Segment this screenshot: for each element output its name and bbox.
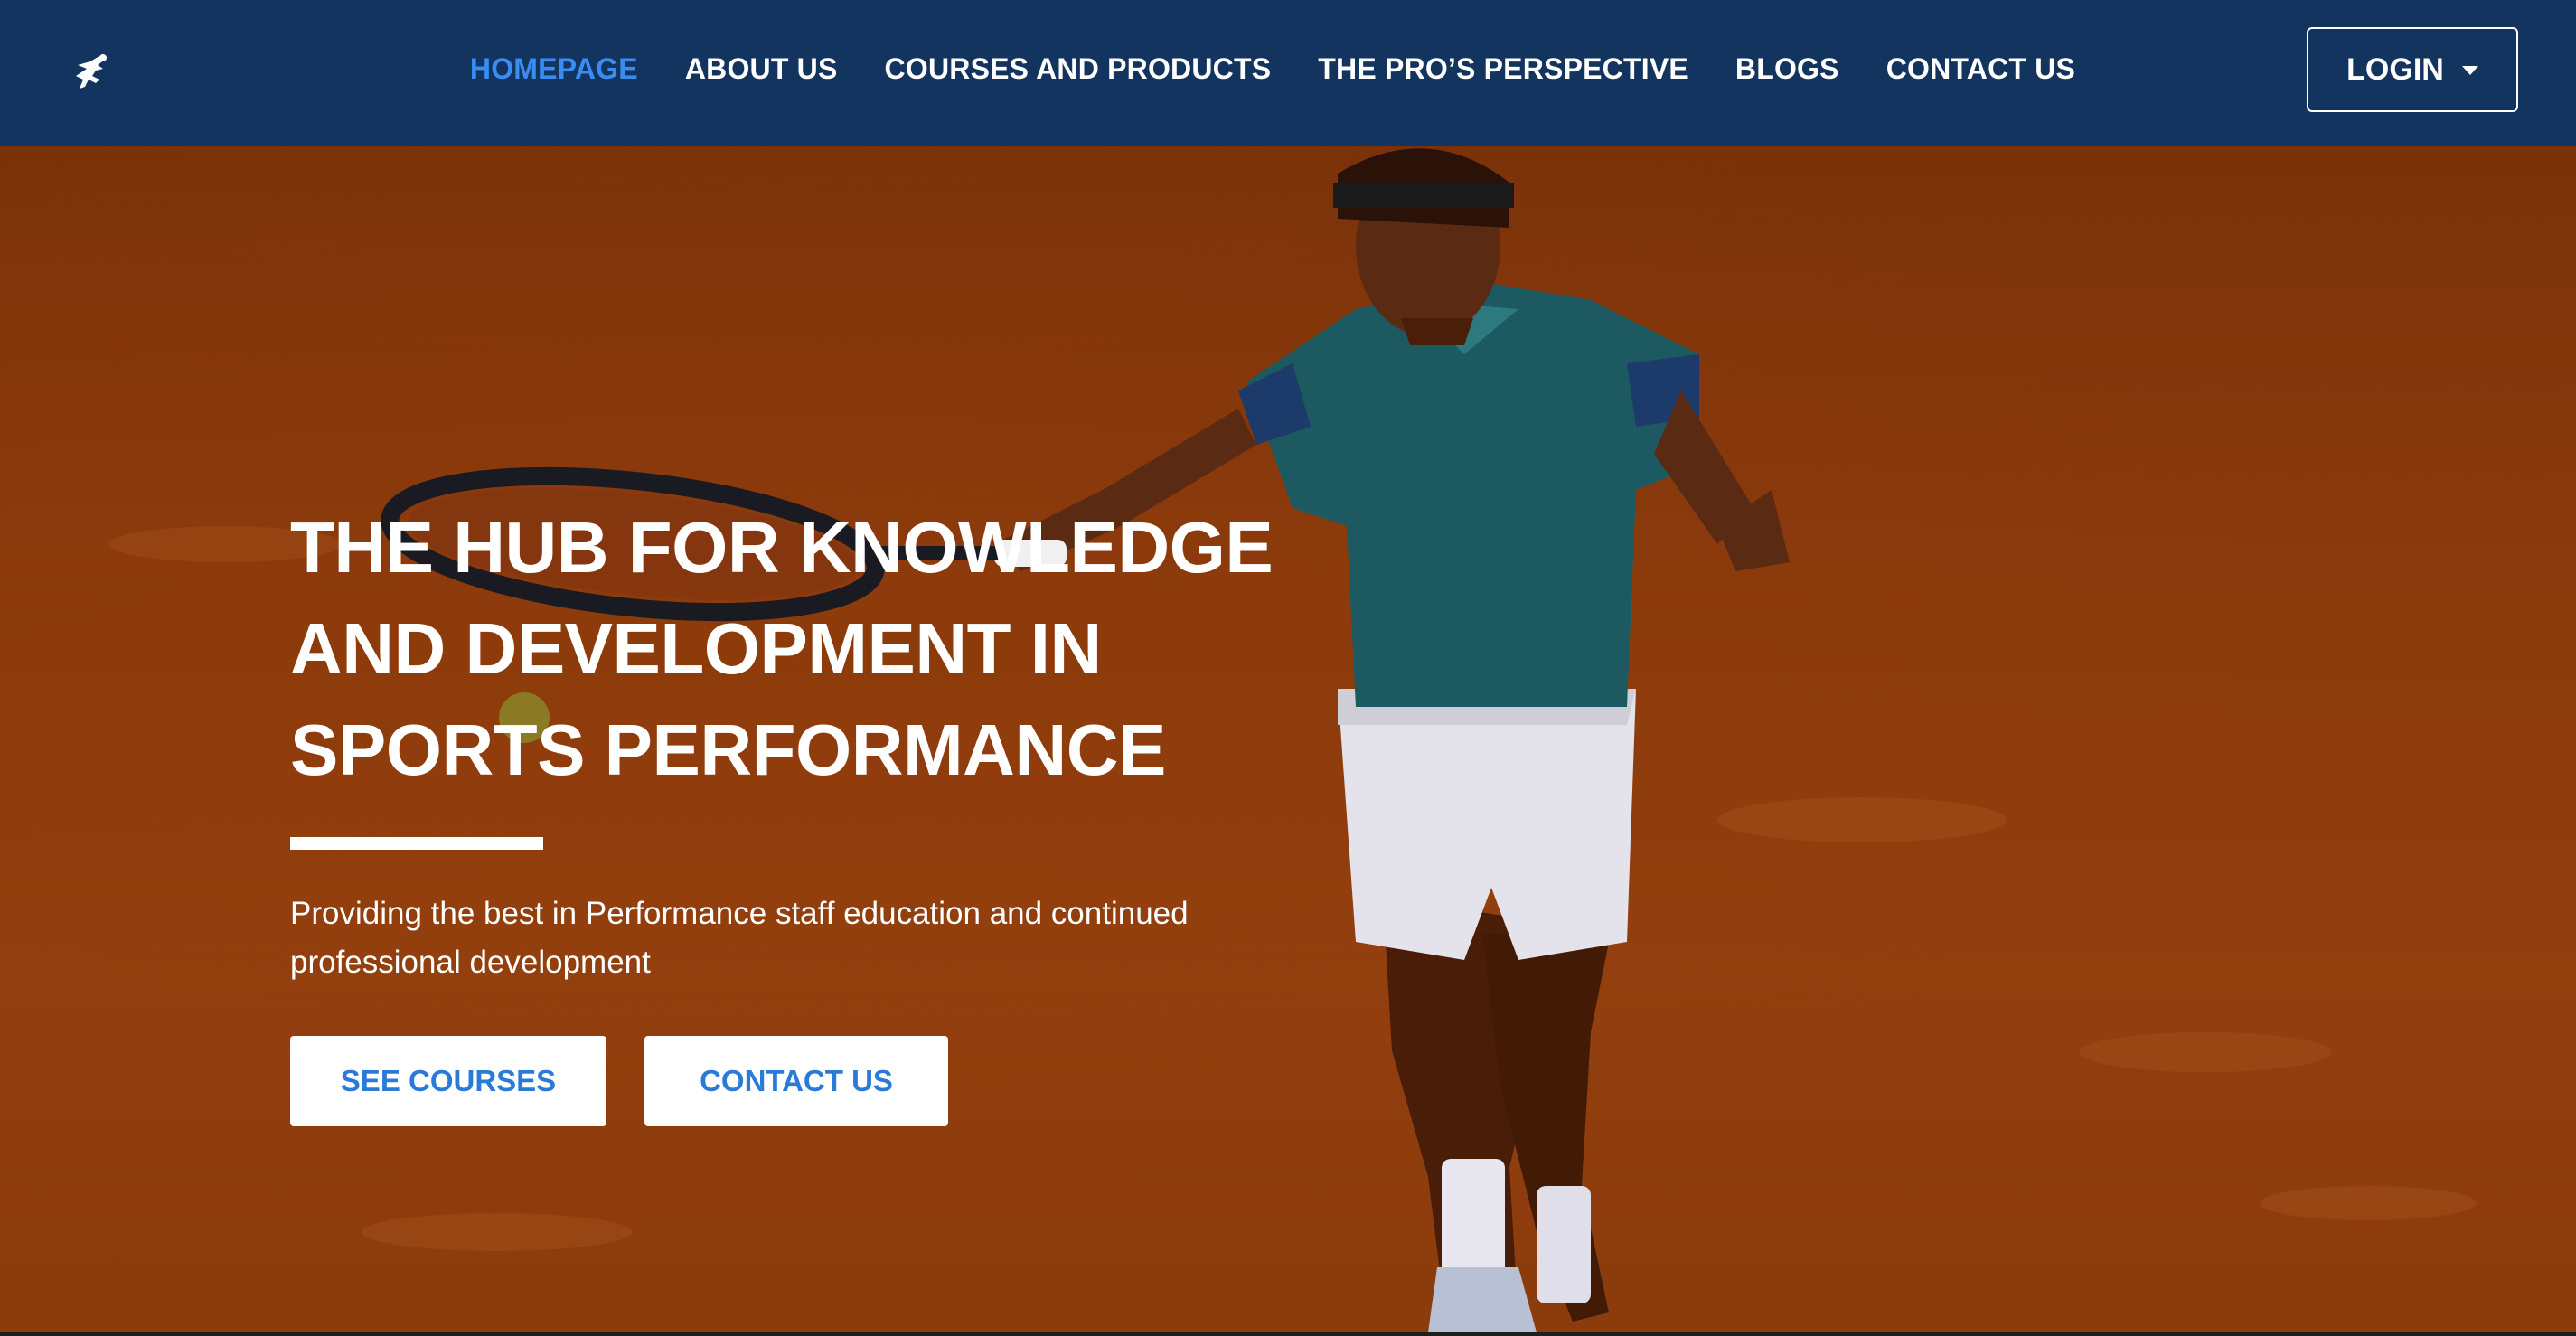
nav-link-blogs[interactable]: BLOGS: [1735, 52, 1839, 86]
nav-link-pros-perspective[interactable]: THE PRO’S PERSPECTIVE: [1318, 52, 1688, 86]
hero-divider: [290, 837, 543, 850]
hero-subtitle: Providing the best in Performance staff …: [290, 896, 1189, 980]
page: HOMEPAGE ABOUT US COURSES AND PRODUCTS T…: [0, 0, 2576, 1336]
hero-title: THE HUB FOR KNOWLEDGE AND DEVELOPMENT IN…: [290, 507, 1274, 790]
see-courses-button[interactable]: SEE COURSES: [290, 1036, 606, 1126]
caret-down-icon: [2461, 66, 2478, 75]
nav-link-contact-us[interactable]: CONTACT US: [1886, 52, 2075, 86]
top-navbar: HOMEPAGE ABOUT US COURSES AND PRODUCTS T…: [0, 0, 2576, 146]
main-nav: HOMEPAGE ABOUT US COURSES AND PRODUCTS T…: [0, 0, 2576, 137]
hero-bottom-edge: [0, 1332, 2576, 1336]
hero-content: THE HUB FOR KNOWLEDGE AND DEVELOPMENT IN…: [290, 497, 1375, 1126]
hero-section: THE HUB FOR KNOWLEDGE AND DEVELOPMENT IN…: [0, 146, 2576, 1332]
nav-link-courses-and-products[interactable]: COURSES AND PRODUCTS: [885, 52, 1272, 86]
nav-link-about-us[interactable]: ABOUT US: [685, 52, 838, 86]
login-label: LOGIN: [2346, 52, 2444, 87]
login-dropdown-button[interactable]: LOGIN: [2307, 27, 2518, 112]
hero-buttons: SEE COURSES CONTACT US: [290, 1036, 1375, 1126]
nav-link-homepage[interactable]: HOMEPAGE: [470, 52, 638, 86]
contact-us-button[interactable]: CONTACT US: [644, 1036, 948, 1126]
